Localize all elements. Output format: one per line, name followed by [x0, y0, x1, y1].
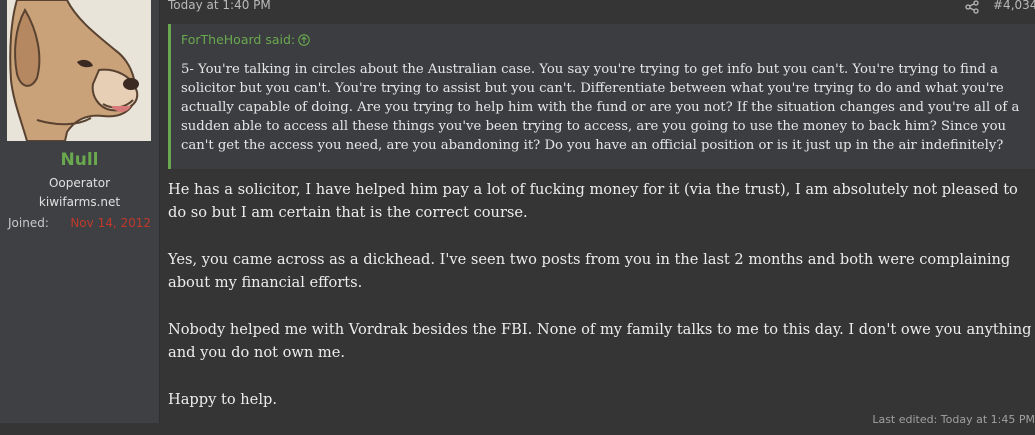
post-number[interactable]: #4,034 [993, 0, 1035, 12]
username[interactable]: Null [0, 150, 159, 170]
last-edited: Last edited: Today at 1:45 PM [872, 413, 1035, 426]
quote-text: 5- You're talking in circles about the A… [181, 62, 1020, 153]
message-paragraph: Nobody helped me with Vordrak besides th… [168, 321, 1032, 361]
quote-block: ForTheHoard said: 5- You're talking in c… [168, 24, 1035, 169]
message-paragraph: Yes, you came across as a dickhead. I've… [168, 251, 1011, 291]
message-body: He has a solicitor, I have helped him pa… [168, 178, 1034, 435]
arrow-up-circle-icon[interactable] [298, 34, 310, 46]
message-paragraph: Happy to help. [168, 391, 277, 408]
joined-label: Joined: [8, 216, 49, 230]
post: Today at 1:40 PM #4,034 ForTheHoard said… [160, 0, 1035, 426]
message-paragraph: He has a solicitor, I have helped him pa… [168, 181, 1018, 221]
joined-date: Nov 14, 2012 [70, 216, 151, 230]
quote-author[interactable]: ForTheHoard said: [181, 32, 295, 47]
quote-author-link[interactable]: ForTheHoard said: [181, 32, 310, 47]
post-date[interactable]: Today at 1:40 PM [168, 0, 271, 12]
user-panel: Null Ooperator kiwifarms.net Joined: Nov… [0, 0, 160, 423]
avatar[interactable] [7, 0, 151, 141]
user-site: kiwifarms.net [38, 195, 121, 209]
share-icon[interactable] [965, 0, 979, 14]
user-title: Ooperator [48, 176, 111, 190]
